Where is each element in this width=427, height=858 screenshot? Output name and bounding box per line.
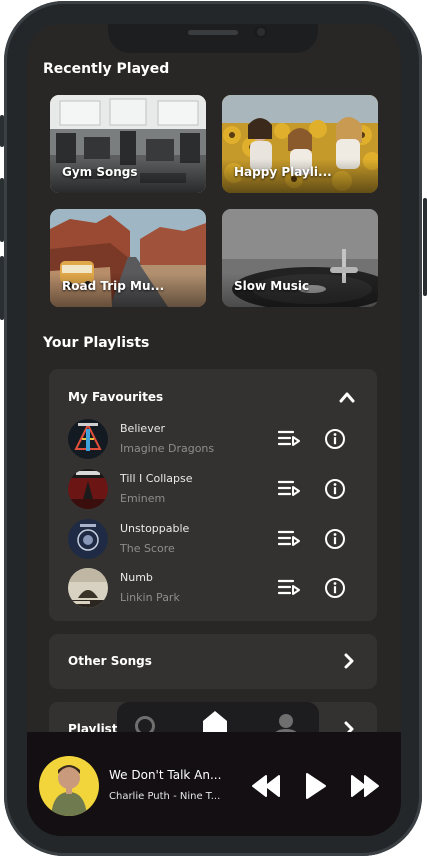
song-row[interactable]: Till I Collapse Eminem — [68, 469, 358, 509]
info-icon[interactable] — [324, 478, 346, 500]
song-row[interactable]: Numb Linkin Park — [68, 568, 358, 608]
side-button — [0, 115, 4, 147]
chevron-up-icon[interactable] — [339, 391, 355, 403]
side-button — [0, 178, 4, 242]
play-icon[interactable] — [304, 772, 328, 800]
side-button — [423, 198, 427, 296]
info-icon[interactable] — [324, 577, 346, 599]
side-button — [0, 256, 4, 320]
tile-label: Happy Playli... — [234, 165, 332, 179]
tile-road-trip[interactable]: Road Trip Mu... — [50, 209, 206, 307]
queue-icon[interactable] — [278, 529, 300, 549]
camera — [254, 25, 268, 39]
album-art — [68, 568, 108, 608]
tile-label: Gym Songs — [62, 165, 138, 179]
now-playing-bar[interactable]: We Don't Talk An... Charlie Puth - Nine … — [27, 732, 401, 836]
tile-gym-songs[interactable]: Gym Songs — [50, 95, 206, 193]
tile-label: Slow Music — [234, 279, 310, 293]
song-artist: Imagine Dragons — [120, 442, 215, 455]
now-playing-art — [39, 756, 99, 816]
next-icon[interactable] — [350, 774, 380, 798]
song-artist: Eminem — [120, 492, 166, 505]
song-row[interactable]: Unstoppable The Score — [68, 519, 358, 559]
info-icon[interactable] — [324, 428, 346, 450]
song-title: Unstoppable — [120, 522, 190, 535]
queue-icon[interactable] — [278, 429, 300, 449]
album-art — [68, 419, 108, 459]
queue-icon[interactable] — [278, 578, 300, 598]
song-row[interactable]: Believer Imagine Dragons — [68, 419, 358, 459]
now-playing-subtitle: Charlie Puth - Nine T... — [109, 791, 221, 802]
tile-happy-playlist[interactable]: Happy Playli... — [222, 95, 378, 193]
playlist-title: My Favourites — [68, 390, 164, 404]
song-title: Till I Collapse — [120, 472, 193, 485]
tile-slow-music[interactable]: Slow Music — [222, 209, 378, 307]
song-artist: The Score — [120, 542, 175, 555]
album-art — [68, 519, 108, 559]
chevron-right-icon[interactable] — [343, 653, 355, 669]
playlist-card-other-songs[interactable]: Other Songs — [49, 634, 377, 689]
your-playlists-title: Your Playlists — [43, 335, 150, 351]
tile-label: Road Trip Mu... — [62, 279, 165, 293]
playlist-title: Other Songs — [68, 654, 152, 668]
now-playing-title: We Don't Talk An... — [109, 768, 222, 782]
song-title: Believer — [120, 422, 165, 435]
recently-played-title: Recently Played — [43, 61, 170, 77]
album-art — [68, 469, 108, 509]
queue-icon[interactable] — [278, 479, 300, 499]
previous-icon[interactable] — [251, 774, 281, 798]
info-icon[interactable] — [324, 528, 346, 550]
app-screen: Recently Played Gym Songs Happy Playli..… — [27, 24, 401, 836]
speaker — [188, 30, 238, 35]
notch — [108, 24, 318, 53]
playlist-card-my-favourites: My Favourites Believer Imagine Dragons T… — [49, 369, 377, 621]
song-title: Numb — [120, 571, 153, 584]
song-artist: Linkin Park — [120, 591, 180, 604]
